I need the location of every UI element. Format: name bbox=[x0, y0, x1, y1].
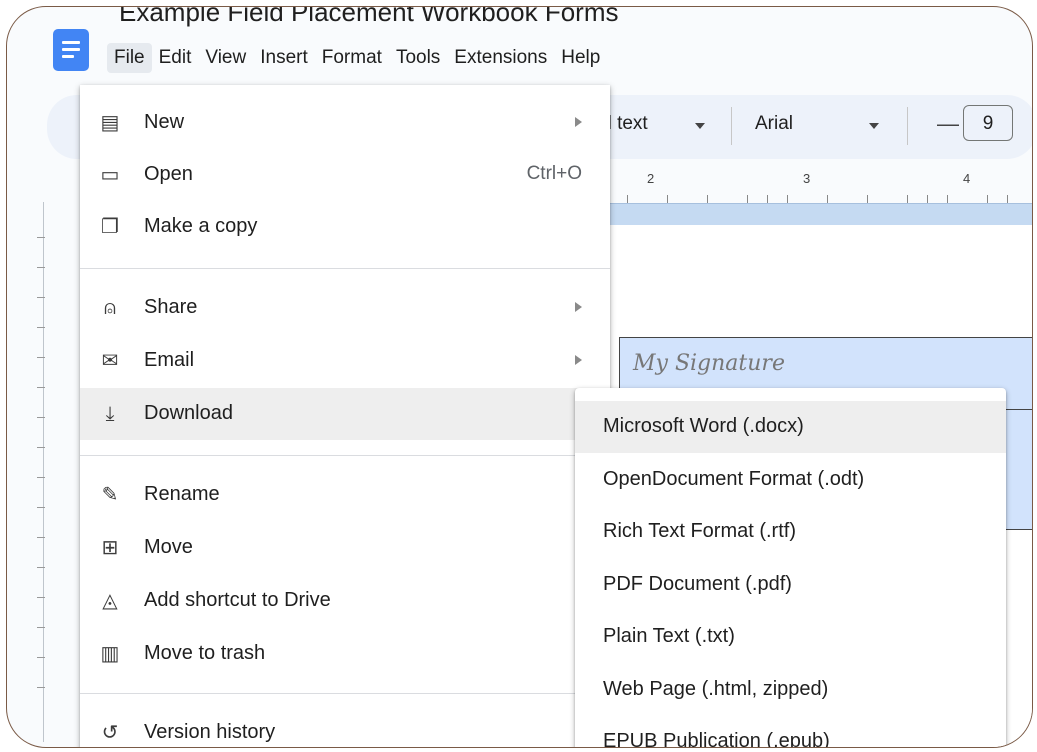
download-html[interactable]: Web Page (.html, zipped) bbox=[575, 664, 1006, 716]
menu-item-label: New bbox=[144, 111, 185, 133]
download-txt[interactable]: Plain Text (.txt) bbox=[575, 611, 1006, 663]
menu-view[interactable]: View bbox=[198, 43, 253, 73]
signature-text: My Signature bbox=[633, 351, 785, 376]
menu-item-email[interactable]: ✉ Email bbox=[80, 335, 610, 387]
menu-item-add-shortcut[interactable]: ◬ Add shortcut to Drive bbox=[80, 575, 610, 627]
menu-item-share[interactable]: ⍝ Share bbox=[80, 282, 610, 334]
menu-item-label: Add shortcut to Drive bbox=[144, 589, 331, 611]
menu-item-label: Download bbox=[144, 402, 233, 424]
menu-item-label: EPUB Publication (.epub) bbox=[603, 730, 830, 748]
document-title[interactable]: Example Field Placement Workbook Forms bbox=[119, 7, 618, 28]
submenu-arrow-icon bbox=[575, 302, 582, 312]
decrease-font-size-button[interactable]: — bbox=[937, 111, 959, 137]
menu-item-label: Open bbox=[144, 163, 193, 185]
menu-divider bbox=[80, 268, 610, 269]
menu-item-move-to-trash[interactable]: ▥ Move to trash bbox=[80, 628, 610, 680]
menu-item-new[interactable]: ▤ New bbox=[80, 97, 610, 149]
download-docx[interactable]: Microsoft Word (.docx) bbox=[575, 401, 1006, 453]
menu-item-label: Web Page (.html, zipped) bbox=[603, 678, 829, 700]
menu-item-label: Make a copy bbox=[144, 215, 258, 237]
docs-logo-icon[interactable] bbox=[53, 29, 89, 71]
menu-item-label: Move bbox=[144, 536, 193, 558]
menu-item-label: Rename bbox=[144, 483, 220, 505]
menu-bar: File Edit View Insert Format Tools Exten… bbox=[107, 43, 607, 73]
menu-help[interactable]: Help bbox=[554, 43, 607, 73]
menu-file[interactable]: File bbox=[107, 43, 152, 73]
menu-item-label: Plain Text (.txt) bbox=[603, 625, 735, 647]
vertical-ruler bbox=[43, 202, 44, 742]
menu-extensions[interactable]: Extensions bbox=[447, 43, 554, 73]
menu-item-label: Move to trash bbox=[144, 642, 266, 664]
copy-icon: ❐ bbox=[101, 216, 119, 238]
rename-icon: ✎ bbox=[101, 484, 119, 506]
font-family-dropdown[interactable]: Arial bbox=[755, 113, 793, 135]
file-menu: ▤ New ▭ Open Ctrl+O ❐ Make a copy ⍝ Shar… bbox=[80, 85, 610, 747]
menu-format[interactable]: Format bbox=[315, 43, 389, 73]
menu-item-label: Email bbox=[144, 349, 195, 371]
download-odt[interactable]: OpenDocument Format (.odt) bbox=[575, 454, 1006, 506]
ruler-label: 4 bbox=[963, 171, 971, 186]
mail-icon: ✉ bbox=[101, 350, 119, 372]
chevron-down-icon[interactable] bbox=[695, 123, 705, 129]
download-rtf[interactable]: Rich Text Format (.rtf) bbox=[575, 506, 1006, 558]
menu-item-label: Version history bbox=[144, 721, 276, 743]
menu-insert[interactable]: Insert bbox=[253, 43, 315, 73]
person-add-icon: ⍝ bbox=[104, 297, 116, 319]
folder-icon: ▭ bbox=[100, 164, 120, 186]
download-icon: ⤓ bbox=[105, 403, 115, 425]
menu-divider bbox=[80, 693, 610, 694]
menu-divider bbox=[80, 455, 610, 456]
doc-icon: ▤ bbox=[100, 112, 120, 134]
menu-item-label: Rich Text Format (.rtf) bbox=[603, 520, 796, 542]
menu-item-make-a-copy[interactable]: ❐ Make a copy bbox=[80, 201, 610, 253]
ruler-label: 3 bbox=[803, 171, 811, 186]
ruler-margin-bar bbox=[607, 203, 1032, 227]
menu-item-label: OpenDocument Format (.odt) bbox=[603, 468, 865, 490]
submenu-arrow-icon bbox=[575, 355, 582, 365]
menu-item-open[interactable]: ▭ Open Ctrl+O bbox=[80, 149, 610, 201]
menu-item-label: Microsoft Word (.docx) bbox=[603, 415, 804, 437]
menu-edit[interactable]: Edit bbox=[152, 43, 199, 73]
menu-item-rename[interactable]: ✎ Rename bbox=[80, 469, 610, 521]
chevron-down-icon[interactable] bbox=[869, 123, 879, 129]
menu-item-move[interactable]: ⊞ Move bbox=[80, 522, 610, 574]
submenu-arrow-icon bbox=[575, 117, 582, 127]
history-icon: ↺ bbox=[101, 722, 119, 744]
download-pdf[interactable]: PDF Document (.pdf) bbox=[575, 559, 1006, 611]
ruler-label: 2 bbox=[647, 171, 655, 186]
download-submenu: Microsoft Word (.docx) OpenDocument Form… bbox=[575, 388, 1006, 748]
toolbar-divider bbox=[907, 107, 908, 145]
drive-shortcut-icon: ◬ bbox=[102, 590, 118, 612]
menu-item-label: PDF Document (.pdf) bbox=[603, 573, 792, 595]
menu-item-label: Share bbox=[144, 296, 198, 318]
toolbar-divider bbox=[731, 107, 732, 145]
screenshot-frame: Example Field Placement Workbook Forms F… bbox=[6, 6, 1033, 748]
menu-item-download[interactable]: ⤓ Download bbox=[80, 388, 610, 440]
menu-item-version-history[interactable]: ↺ Version history bbox=[80, 707, 610, 747]
move-folder-icon: ⊞ bbox=[101, 537, 119, 559]
shortcut-label: Ctrl+O bbox=[526, 163, 582, 184]
download-epub[interactable]: EPUB Publication (.epub) bbox=[575, 716, 1006, 748]
trash-icon: ▥ bbox=[100, 643, 120, 665]
menu-tools[interactable]: Tools bbox=[389, 43, 447, 73]
font-size-input[interactable]: 9 bbox=[963, 105, 1013, 141]
